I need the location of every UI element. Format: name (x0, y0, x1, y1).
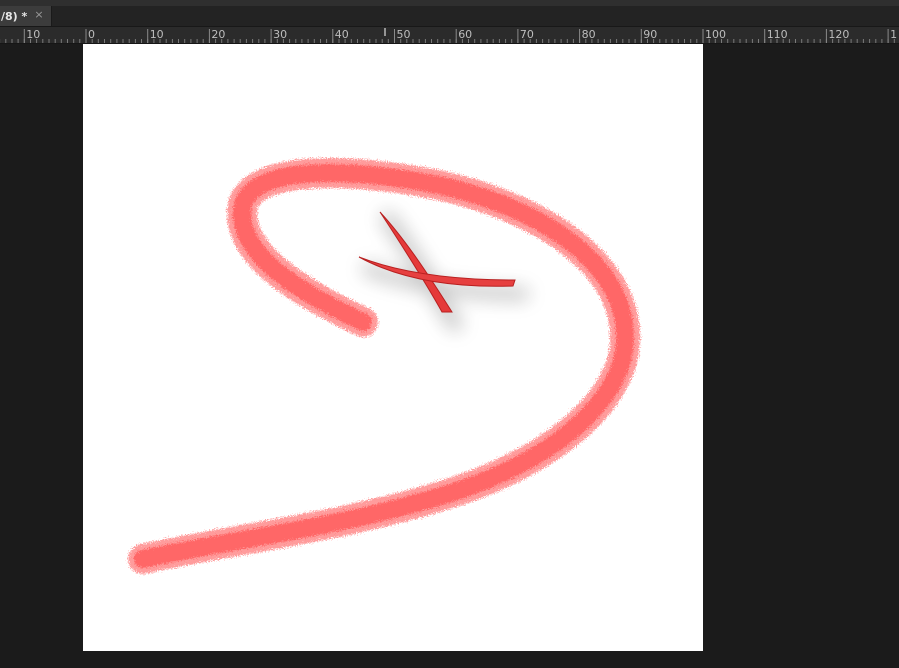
ruler-label: 40 (335, 28, 349, 41)
document-tab[interactable]: /8) * × (0, 6, 52, 26)
ruler-label: 20 (211, 28, 225, 41)
red-chalk-stroke (128, 158, 641, 574)
ruler-label: 10 (150, 28, 164, 41)
document-tab-title: /8) * (1, 9, 28, 23)
ruler-label: 10 (26, 28, 40, 41)
canvas-artwork (128, 158, 641, 574)
ruler-label: 1 (890, 28, 897, 41)
ruler-ticks: 10 0 10 20 30 40 50 60 70 80 90 100 110 120 1 (0, 28, 897, 43)
ruler-label: 110 (767, 28, 788, 41)
ruler-label: 30 (273, 28, 287, 41)
document-canvas[interactable] (83, 44, 703, 651)
ruler-label: 80 (582, 28, 596, 41)
ruler-label: 100 (705, 28, 726, 41)
photoshop-window: /8) * × 10 0 10 20 30 40 50 60 70 80 90 100 110 120 1 (0, 0, 899, 668)
ruler-label: 70 (520, 28, 534, 41)
ruler-label: 0 (88, 28, 95, 41)
ruler-label: 90 (643, 28, 657, 41)
ruler-label: 60 (458, 28, 472, 41)
ruler-label: 50 (397, 28, 411, 41)
document-tab-bar: /8) * × (0, 6, 899, 27)
horizontal-ruler[interactable]: 10 0 10 20 30 40 50 60 70 80 90 100 110 120 1 (0, 27, 899, 44)
ruler-label: 120 (828, 28, 849, 41)
close-icon[interactable]: × (33, 9, 45, 21)
